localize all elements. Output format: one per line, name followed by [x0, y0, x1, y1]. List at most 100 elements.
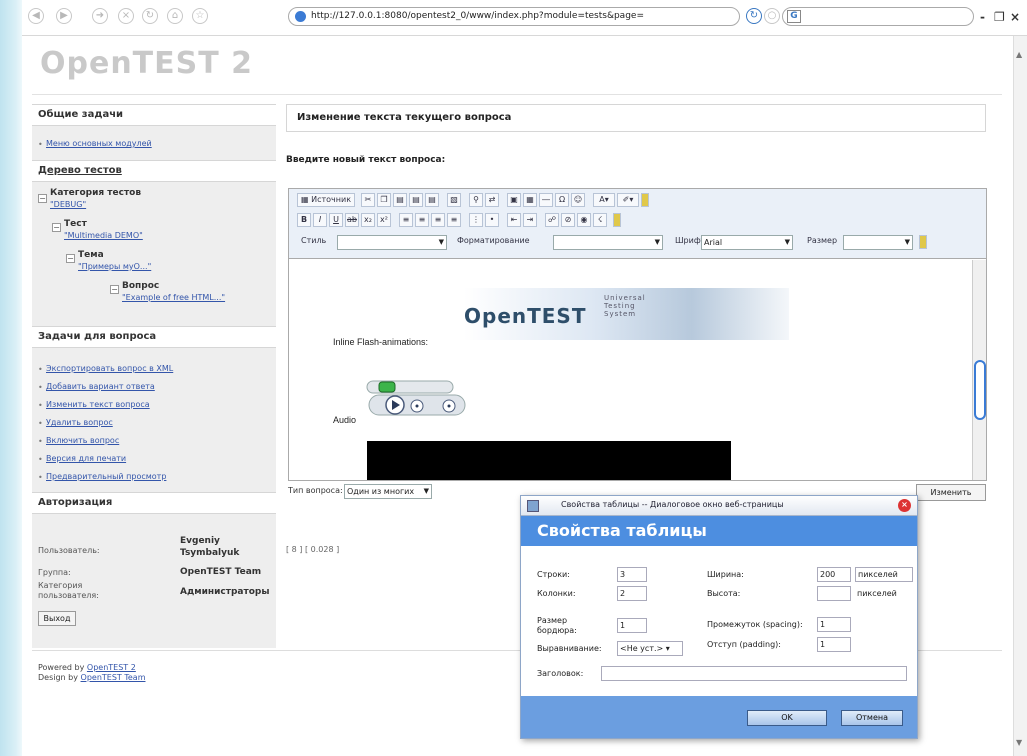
toolbar-expand-icon[interactable] [641, 193, 649, 207]
link-edit-text[interactable]: Изменить текст вопроса [46, 400, 150, 409]
editor-scroll-thumb[interactable] [974, 360, 986, 420]
logout-button[interactable]: Выход [38, 611, 76, 626]
width-input[interactable]: 200 [817, 567, 851, 582]
link-add-answer[interactable]: Добавить вариант ответа [46, 382, 155, 391]
special-char-icon[interactable]: Ω [555, 193, 569, 207]
tree-question-icon[interactable]: − [110, 285, 119, 294]
tree-test-link[interactable]: "Multimedia DEMO" [64, 231, 143, 240]
paste-icon[interactable]: ▤ [393, 193, 407, 207]
cut-icon[interactable]: ✂ [361, 193, 375, 207]
stop-small-icon[interactable]: ○ [764, 8, 780, 24]
close-window-icon[interactable]: × [1010, 10, 1020, 24]
align-left-icon[interactable]: ≡ [399, 213, 413, 227]
align-right-icon[interactable]: ≡ [431, 213, 445, 227]
flash-icon[interactable]: ☇ [593, 213, 607, 227]
copy-icon[interactable]: ❐ [377, 193, 391, 207]
home-icon[interactable]: ⌂ [167, 8, 183, 24]
link-enable-question[interactable]: Включить вопрос [46, 436, 119, 445]
image-icon[interactable]: ▣ [507, 193, 521, 207]
height-input[interactable] [817, 586, 851, 601]
ordered-list-icon[interactable]: ⋮ [469, 213, 483, 227]
paste-text-icon[interactable]: ▤ [409, 193, 423, 207]
caption-input[interactable] [601, 666, 907, 681]
bg-color-icon[interactable]: ✐▾ [617, 193, 639, 207]
anchor-icon[interactable]: ◉ [577, 213, 591, 227]
dialog-titlebar[interactable]: Свойства таблицы -- Диалоговое окно веб-… [521, 496, 917, 516]
style-select[interactable]: ▼ [337, 235, 447, 250]
tree-topic-link[interactable]: "Примеры муО..." [78, 262, 151, 271]
search-box[interactable]: G [782, 7, 974, 26]
print-icon[interactable]: ▧ [447, 193, 461, 207]
sidebar-tree-title[interactable]: Дерево тестов [32, 160, 276, 182]
question-type-select[interactable]: Один из многих ▼ [344, 484, 432, 499]
link-main-menu[interactable]: Меню основных модулей [46, 139, 152, 148]
superscript-icon[interactable]: x² [377, 213, 391, 227]
tree-expand-icon[interactable]: − [38, 194, 47, 203]
go-icon[interactable]: ↻ [746, 8, 762, 24]
table-icon[interactable]: ▦ [523, 193, 537, 207]
spacing-input[interactable]: 1 [817, 617, 851, 632]
format-select[interactable]: ▼ [553, 235, 663, 250]
italic-icon[interactable]: I [313, 213, 327, 227]
design-link[interactable]: OpenTEST Team [81, 673, 146, 682]
toolbar-expand-icon[interactable] [613, 213, 621, 227]
align-justify-icon[interactable]: ≡ [447, 213, 461, 227]
align-center-icon[interactable]: ≡ [415, 213, 429, 227]
dialog-close-icon[interactable]: × [898, 499, 911, 512]
size-select[interactable]: ▼ [843, 235, 913, 250]
audio-player[interactable] [365, 377, 469, 423]
tree-topic-icon[interactable]: − [66, 254, 75, 263]
scroll-down-icon[interactable]: ▼ [1016, 738, 1022, 747]
border-input[interactable]: 1 [617, 618, 647, 633]
rows-input[interactable]: 3 [617, 567, 647, 582]
ok-button[interactable]: OK [747, 710, 827, 726]
link-print-version[interactable]: Версия для печати [46, 454, 126, 463]
refresh-icon[interactable]: ↻ [142, 8, 158, 24]
replace-icon[interactable]: ⇄ [485, 193, 499, 207]
outdent-icon[interactable]: ⇤ [507, 213, 521, 227]
link-export-xml[interactable]: Экспортировать вопрос в XML [46, 364, 173, 373]
link-preview[interactable]: Предварительный просмотр [46, 472, 166, 481]
link-icon[interactable]: ☍ [545, 213, 559, 227]
link-delete-question[interactable]: Удалить вопрос [46, 418, 113, 427]
subscript-icon[interactable]: x₂ [361, 213, 375, 227]
page-scrollbar[interactable]: ▲ ▼ [1013, 36, 1027, 756]
cancel-button[interactable]: Отмена [841, 710, 903, 726]
tree-test-icon[interactable]: − [52, 223, 61, 232]
maximize-icon[interactable]: ❐ [994, 10, 1005, 24]
address-bar[interactable]: http://127.0.0.1:8080/opentest2_0/www/in… [288, 7, 740, 26]
align-select[interactable]: <Не уст.> ▾ [617, 641, 683, 656]
rule-icon[interactable]: ― [539, 193, 553, 207]
strike-icon[interactable]: ab [345, 213, 359, 227]
scroll-up-icon[interactable]: ▲ [1016, 50, 1022, 59]
paste-word-icon[interactable]: ▤ [425, 193, 439, 207]
text-color-icon[interactable]: A▾ [593, 193, 615, 207]
forward-icon[interactable]: ▶ [56, 8, 72, 24]
category-label-line2: пользователя: [38, 591, 99, 600]
back-icon[interactable]: ◀ [28, 8, 44, 24]
change-button[interactable]: Изменить [916, 484, 986, 501]
tree-category-link[interactable]: "DEBUG" [50, 200, 86, 209]
powered-link[interactable]: OpenTEST 2 [87, 663, 136, 672]
cols-input[interactable]: 2 [617, 586, 647, 601]
editor-scrollbar[interactable] [972, 260, 986, 480]
width-unit-select[interactable]: пикселей [855, 567, 913, 582]
tree-question-link[interactable]: "Example of free HTML..." [122, 293, 225, 302]
minimize-icon[interactable]: - [980, 10, 985, 24]
bold-icon[interactable]: B [297, 213, 311, 227]
padding-input[interactable]: 1 [817, 637, 851, 652]
stop-icon[interactable]: × [118, 8, 134, 24]
toolbar-expand-icon[interactable] [919, 235, 927, 249]
forward-arrow-icon[interactable]: ➜ [92, 8, 108, 24]
source-button[interactable]: ▦ Источник [297, 193, 355, 207]
bullet-list-icon[interactable]: • [485, 213, 499, 227]
underline-icon[interactable]: U [329, 213, 343, 227]
font-select[interactable]: Arial ▼ [701, 235, 793, 250]
indent-icon[interactable]: ⇥ [523, 213, 537, 227]
format-label: Форматирование [457, 236, 530, 245]
smiley-icon[interactable]: ☺ [571, 193, 585, 207]
editor-content[interactable]: OpenTEST Universal Testing System Inline… [289, 260, 972, 480]
bookmark-icon[interactable]: ☆ [192, 8, 208, 24]
find-icon[interactable]: ⚲ [469, 193, 483, 207]
unlink-icon[interactable]: ⊘ [561, 213, 575, 227]
